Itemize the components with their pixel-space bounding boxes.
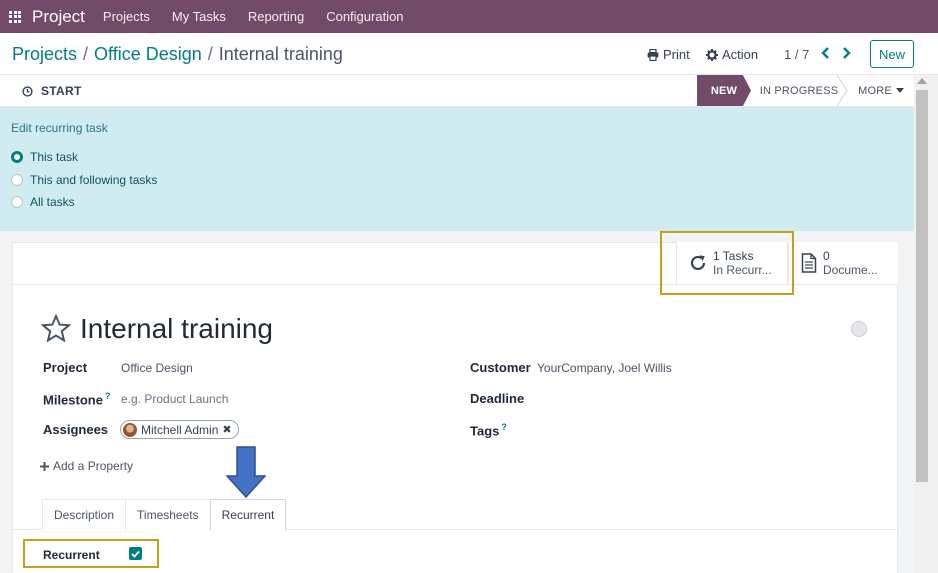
action-label: Action	[722, 47, 759, 62]
tags-label: Tags?	[470, 422, 507, 438]
radio-label: This task	[30, 150, 79, 164]
assignees-label: Assignees	[43, 422, 109, 437]
stage-more-dropdown[interactable]: MORE	[852, 75, 910, 106]
print-icon	[647, 48, 659, 61]
stage-new[interactable]: NEW	[697, 75, 751, 106]
clock-icon	[22, 85, 33, 97]
tab-recurrent[interactable]: Recurrent	[209, 499, 287, 531]
radio-button[interactable]	[11, 174, 23, 186]
nav-reporting[interactable]: Reporting	[248, 9, 304, 24]
pager-next-icon[interactable]	[839, 44, 853, 62]
add-property-label: Add a Property	[53, 459, 134, 473]
radio-following-tasks[interactable]: This and following tasks	[11, 173, 157, 187]
start-timer-button[interactable]: START	[22, 84, 82, 98]
star-icon[interactable]	[41, 314, 71, 342]
gear-icon	[706, 48, 718, 61]
tab-timesheets[interactable]: Timesheets	[125, 499, 211, 530]
start-label: START	[41, 84, 82, 98]
milestone-placeholder: e.g. Product Launch	[121, 392, 229, 406]
smart-button-highlight	[660, 231, 794, 295]
breadcrumb-separator: /	[207, 44, 213, 64]
radio-this-task[interactable]: This task	[11, 150, 78, 164]
tab-description[interactable]: Description	[42, 499, 127, 530]
project-label: Project	[43, 360, 88, 375]
scroll-up-icon[interactable]	[917, 78, 927, 84]
breadcrumb-projects[interactable]: Projects	[12, 44, 77, 65]
radio-label: All tasks	[30, 195, 75, 209]
project-field[interactable]: Office Design	[121, 361, 193, 375]
nav-configuration[interactable]: Configuration	[326, 9, 403, 24]
help-icon[interactable]: ?	[105, 391, 111, 401]
scrollbar-thumb[interactable]	[916, 90, 928, 482]
nav-my-tasks[interactable]: My Tasks	[172, 9, 226, 24]
caret-down-icon	[895, 87, 904, 93]
stage-separator-icon	[836, 75, 848, 106]
radio-all-tasks[interactable]: All tasks	[11, 195, 75, 209]
breadcrumb-office-design[interactable]: Office Design	[94, 44, 202, 65]
new-button[interactable]: New	[870, 40, 914, 68]
smart-button-value: 0	[823, 249, 830, 263]
recurrent-highlight	[23, 539, 159, 568]
nav-projects[interactable]: Projects	[103, 9, 150, 24]
banner-title: Edit recurring task	[11, 121, 108, 135]
app-name[interactable]: Project	[32, 7, 85, 27]
breadcrumb-current: Internal training	[218, 44, 343, 64]
radio-button[interactable]	[11, 196, 23, 208]
customer-field[interactable]: YourCompany, Joel Willis	[537, 361, 672, 375]
breadcrumb: Projects / Office Design / Internal trai…	[12, 44, 343, 65]
smart-button-label: Docume...	[823, 263, 878, 277]
task-title[interactable]: Internal training	[80, 313, 273, 345]
avatar	[123, 422, 137, 437]
assignee-tag[interactable]: Mitchell Admin ✖	[120, 420, 239, 439]
deadline-label: Deadline	[470, 391, 525, 406]
top-navbar: Project Projects My Tasks Reporting Conf…	[0, 0, 938, 33]
tags-label-text: Tags	[470, 423, 500, 439]
pager-value[interactable]: 1 / 7	[784, 47, 809, 62]
print-button[interactable]: Print	[647, 47, 690, 62]
action-button[interactable]: Action	[706, 47, 758, 62]
arrow-down-icon	[226, 446, 266, 498]
document-icon	[801, 253, 817, 273]
plus-icon	[40, 461, 49, 471]
breadcrumb-separator: /	[83, 44, 89, 64]
milestone-field[interactable]: e.g. Product Launch	[121, 392, 228, 406]
print-label: Print	[663, 47, 690, 62]
notebook-tabs: Description Timesheets Recurrent	[42, 499, 287, 531]
pager-previous-icon[interactable]	[819, 44, 833, 62]
radio-label: This and following tasks	[30, 173, 158, 187]
recurring-edit-banner: Edit recurring task This task This and f…	[0, 107, 914, 231]
radio-button[interactable]	[11, 151, 23, 163]
kanban-state-icon[interactable]	[851, 321, 867, 337]
documents-smart-button[interactable]: 0 Docume...	[788, 242, 898, 284]
stage-in-progress[interactable]: IN PROGRESS	[751, 75, 847, 106]
milestone-label: Milestone?	[43, 391, 110, 407]
control-panel: Projects / Office Design / Internal trai…	[0, 33, 938, 75]
customer-label: Customer	[470, 360, 531, 375]
status-bar: START NEW IN PROGRESS MORE	[0, 75, 914, 107]
stage-more-label: MORE	[858, 84, 892, 97]
apps-menu-icon[interactable]	[9, 10, 21, 23]
milestone-label-text: Milestone	[43, 392, 103, 408]
help-icon[interactable]: ?	[501, 422, 507, 432]
assignee-name: Mitchell Admin	[141, 422, 219, 437]
add-property-button[interactable]: Add a Property	[40, 459, 133, 473]
remove-tag-icon[interactable]: ✖	[222, 423, 231, 436]
